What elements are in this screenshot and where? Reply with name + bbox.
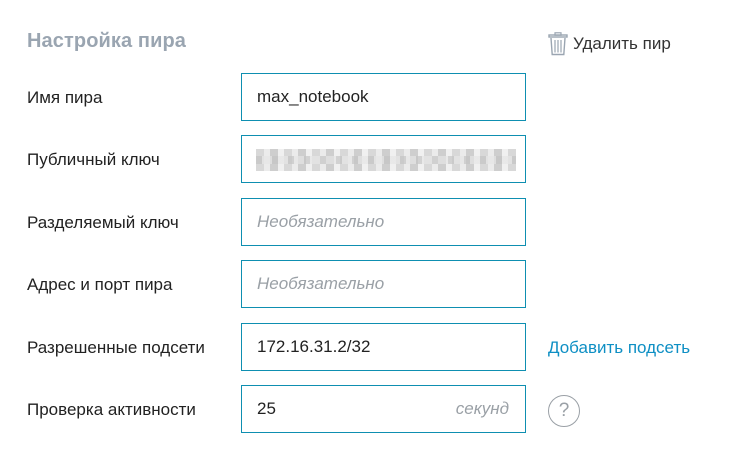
delete-peer-label: Удалить пир bbox=[573, 34, 671, 53]
peer-name-label: Имя пира bbox=[27, 88, 103, 107]
allowed-ips-label: Разрешенные подсети bbox=[27, 338, 205, 357]
allowed-ips-input[interactable] bbox=[242, 324, 525, 370]
keepalive-unit: секунд bbox=[455, 399, 509, 418]
trash-icon bbox=[548, 32, 568, 56]
endpoint-field bbox=[241, 260, 526, 308]
preshared-key-input[interactable] bbox=[242, 199, 525, 245]
peer-name-input[interactable] bbox=[242, 74, 525, 120]
public-key-label: Публичный ключ bbox=[27, 150, 160, 169]
endpoint-input[interactable] bbox=[242, 261, 525, 307]
peer-name-field bbox=[241, 73, 526, 121]
page-title: Настройка пира bbox=[27, 30, 187, 52]
public-key-redacted-value bbox=[256, 149, 516, 171]
preshared-key-label: Разделяемый ключ bbox=[27, 213, 179, 232]
add-subnet-link[interactable]: Добавить подсеть bbox=[548, 338, 690, 358]
question-circle-icon[interactable]: ? bbox=[548, 395, 580, 427]
endpoint-label: Адрес и порт пира bbox=[27, 275, 173, 294]
preshared-key-field bbox=[241, 198, 526, 246]
keepalive-field: секунд bbox=[241, 385, 526, 433]
delete-peer-button[interactable]: Удалить пир bbox=[548, 32, 671, 56]
allowed-ips-field bbox=[241, 323, 526, 371]
keepalive-label: Проверка активности bbox=[27, 400, 196, 419]
public-key-field[interactable] bbox=[241, 135, 526, 183]
